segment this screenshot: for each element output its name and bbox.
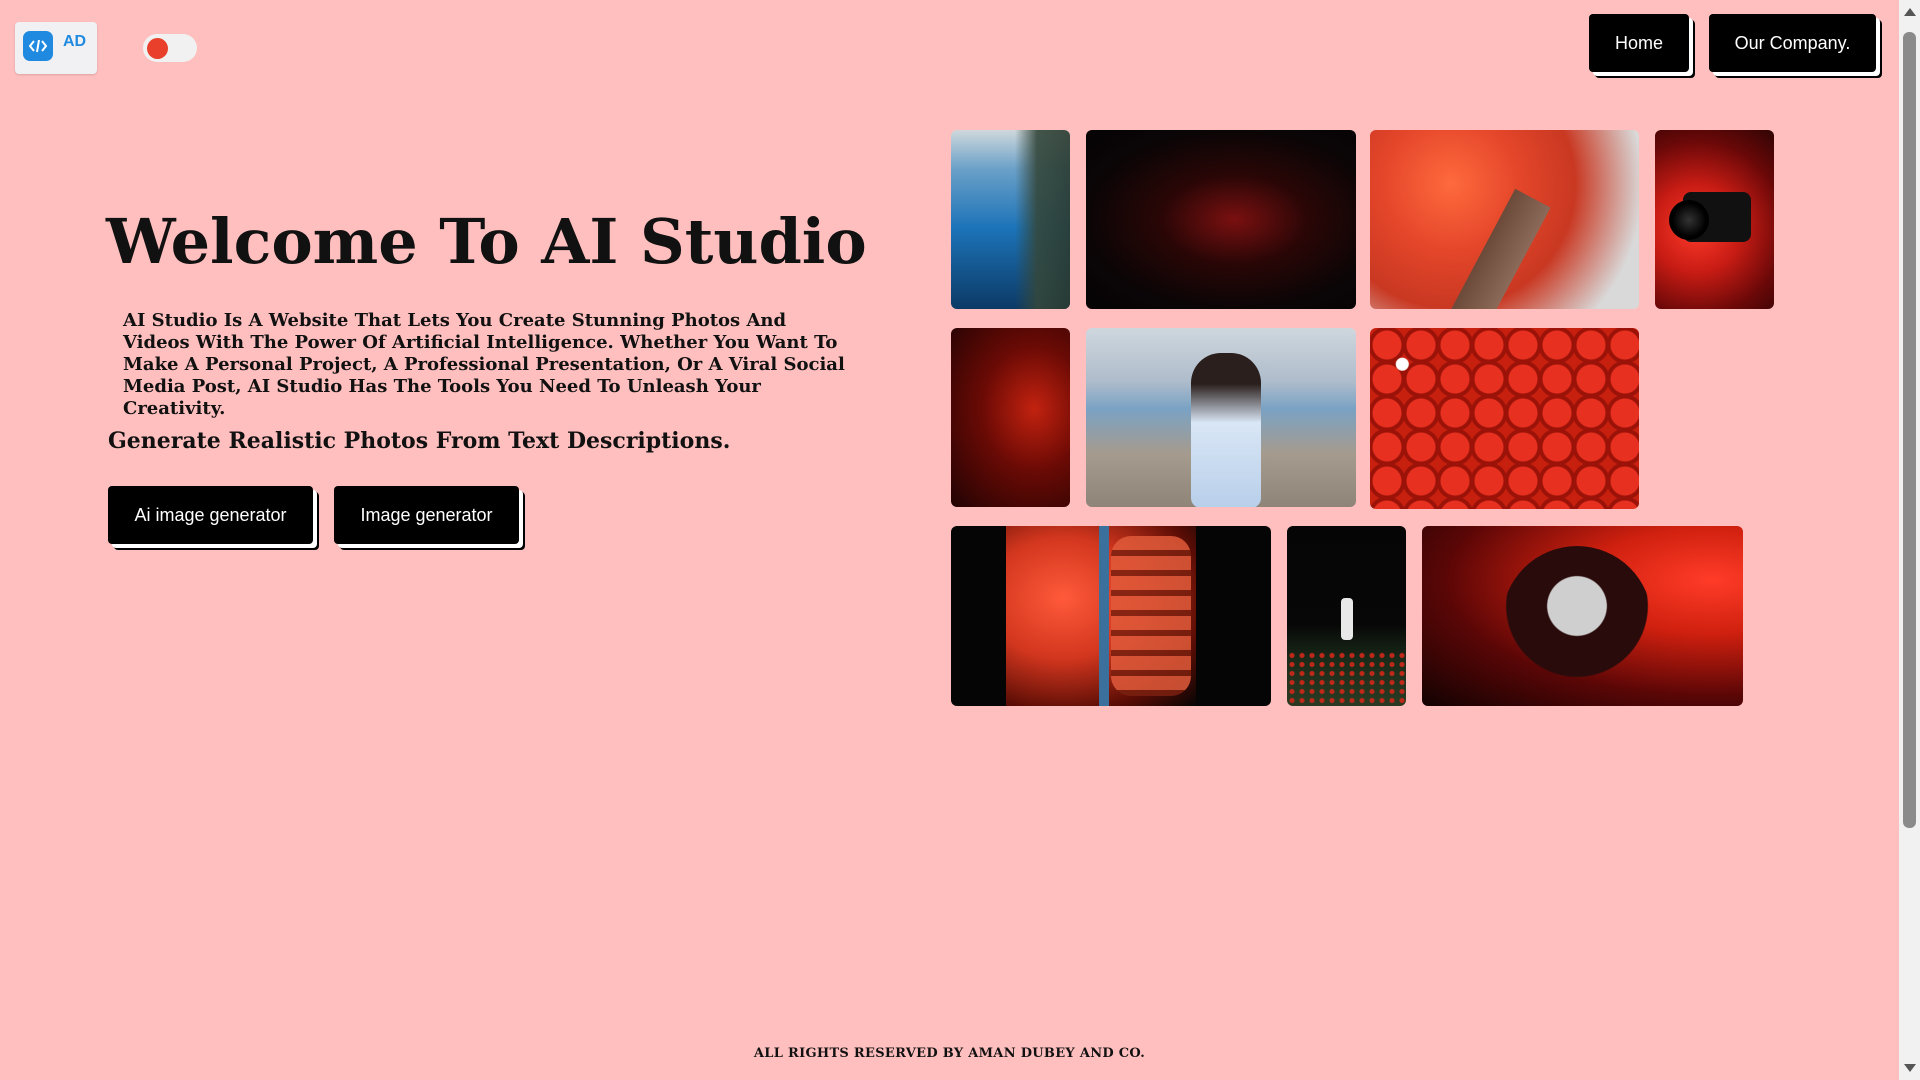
gallery-image-red-light-car-night: [1086, 130, 1356, 309]
gallery-image-underwater-diver: [951, 130, 1070, 309]
scrollbar-thumb[interactable]: [1903, 32, 1916, 828]
gallery-image-red-silhouette: [951, 328, 1070, 507]
gallery-image-daruma-dolls: [1370, 328, 1639, 509]
vertical-scrollbar[interactable]: [1899, 0, 1920, 1080]
our-company-button[interactable]: Our Company.: [1709, 14, 1876, 72]
logo[interactable]: AD: [15, 22, 97, 74]
scroll-down-arrow-icon[interactable]: [1904, 1064, 1916, 1072]
page: AD Home Our Company. Welcome To AI Studi…: [0, 0, 1899, 1080]
logo-text: AD: [63, 33, 87, 50]
image-generator-button[interactable]: Image generator: [334, 486, 519, 544]
page-title: Welcome To AI Studio: [106, 205, 867, 278]
theme-toggle[interactable]: [143, 34, 197, 62]
home-button[interactable]: Home: [1589, 14, 1689, 72]
gallery-image-red-fruit-closeup: [951, 526, 1271, 706]
scroll-up-arrow-icon[interactable]: [1904, 8, 1916, 16]
toggle-knob: [147, 38, 168, 59]
gallery-image-red-maple-tree: [1370, 130, 1639, 309]
code-icon: [23, 31, 53, 61]
gallery-image-woman-on-beach: [1086, 328, 1356, 507]
ai-image-generator-button[interactable]: Ai image generator: [108, 486, 313, 544]
gallery-image-man-in-flower-field: [1287, 526, 1406, 706]
gallery-image-camera-red-light: [1655, 130, 1774, 309]
footer-copyright: ALL RIGHTS RESERVED BY AMAN DUBEY AND CO…: [753, 1046, 1146, 1061]
hero-subtitle: Generate Realistic Photos From Text Desc…: [108, 428, 731, 454]
hero-description: AI Studio Is A Website That Lets You Cre…: [123, 310, 845, 419]
gallery-image-abstract-red-shape: [1422, 526, 1743, 706]
